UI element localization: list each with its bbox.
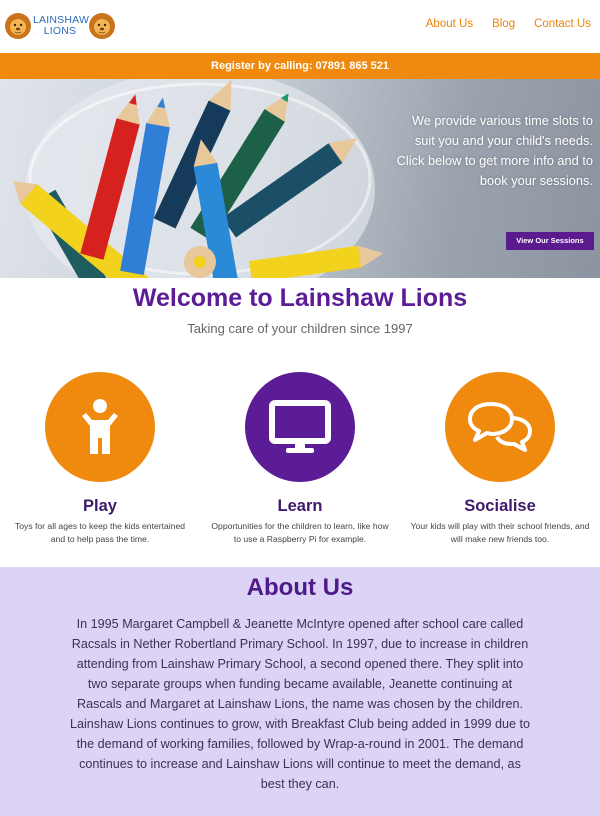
nav-contact-us[interactable]: Contact Us	[534, 18, 591, 30]
main-nav: About Us Blog Contact Us	[426, 18, 591, 30]
hero-text: We provide various time slots to suit yo…	[396, 113, 593, 188]
view-sessions-button[interactable]: View Our Sessions	[506, 232, 594, 250]
feature-circle	[45, 372, 155, 482]
feature-description: Opportunities for the children to learn,…	[211, 521, 389, 544]
about-title: About Us	[246, 574, 354, 601]
feature-socialise: Socialise Your kids will play with their…	[400, 372, 600, 546]
welcome-title: Welcome to Lainshaw Lions	[132, 284, 468, 312]
about-text: In 1995 Margaret Campbell & Jeanette McI…	[70, 617, 530, 791]
feature-learn: Learn Opportunities for the children to …	[200, 372, 400, 546]
feature-circle	[245, 372, 355, 482]
monitor-icon	[269, 400, 331, 453]
lion-icon	[89, 13, 115, 39]
feature-title: Learn	[277, 497, 323, 515]
register-bar: Register by calling: 07891 865 521	[0, 53, 600, 79]
nav-about-us[interactable]: About Us	[426, 18, 473, 30]
site-logo[interactable]: LAINSHAW LIONS	[3, 8, 117, 44]
hero-banner: We provide various time slots to suit yo…	[0, 79, 600, 278]
feature-circle	[445, 372, 555, 482]
logo-text: LAINSHAW LIONS	[33, 14, 90, 37]
about-section: About Us In 1995 Margaret Campbell & Jea…	[0, 567, 600, 816]
feature-title: Play	[83, 497, 117, 515]
child-icon	[82, 399, 118, 454]
feature-description: Toys for all ages to keep the kids enter…	[14, 521, 186, 544]
welcome-subtitle: Taking care of your children since 1997	[187, 321, 413, 336]
site-header: LAINSHAW LIONS About Us Blog Contact Us	[0, 0, 600, 53]
feature-play: Play Toys for all ages to keep the kids …	[0, 372, 200, 546]
chat-bubbles-icon	[468, 402, 532, 452]
feature-description: Your kids will play with their school fr…	[410, 521, 590, 544]
lion-icon	[5, 13, 31, 39]
feature-title: Socialise	[464, 497, 536, 515]
nav-blog[interactable]: Blog	[492, 18, 515, 30]
